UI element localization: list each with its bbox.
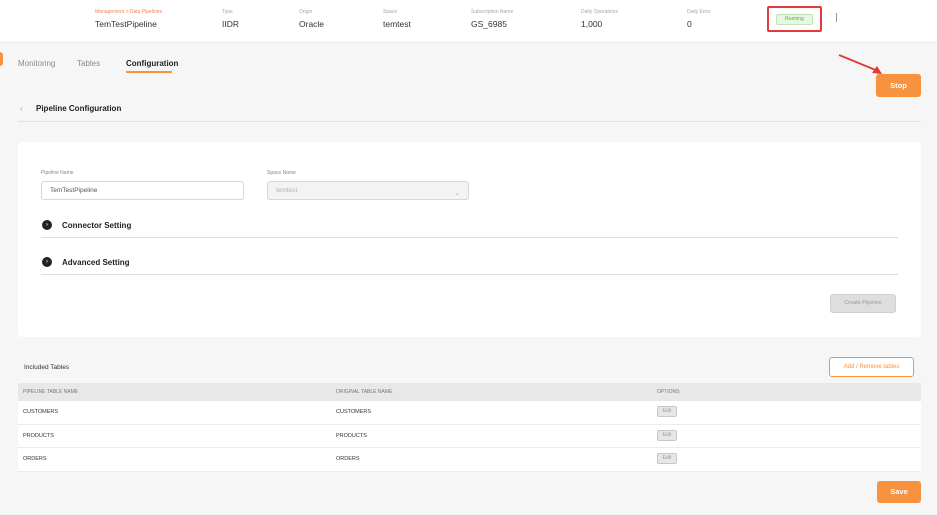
- space-value: temtest: [383, 19, 411, 29]
- included-tables-table: PIPELINE TABLE NAME ORIGINAL TABLE NAME …: [18, 383, 921, 472]
- origin-value: Oracle: [299, 19, 325, 29]
- origin-label: Origin: [299, 9, 313, 15]
- save-button[interactable]: Save: [877, 481, 921, 503]
- daily-error-label: Daily Error: [687, 9, 711, 15]
- create-pipeline-button[interactable]: Create Pipeline: [830, 294, 896, 313]
- pipeline-table-name: CUSTOMERS: [23, 409, 59, 415]
- configuration-card: Pipeline Name TemTestPipeline Space Name…: [18, 142, 921, 337]
- subscription-label: Subscription Name: [471, 9, 514, 15]
- space-name-label: Space Name: [267, 170, 296, 176]
- section-title: Pipeline Configuration: [36, 104, 122, 113]
- daily-ops-value: 1,000: [581, 19, 603, 29]
- original-table-name: PRODUCTS: [336, 432, 367, 439]
- chevron-down-icon: ⌄: [454, 190, 460, 197]
- back-chevron-icon[interactable]: ‹: [20, 104, 23, 113]
- column-header: ORIGINAL TABLE NAME: [336, 389, 393, 395]
- table-row: CUSTOMERS CUSTOMERS Edit: [18, 401, 921, 425]
- status-highlight: Running: [767, 6, 822, 32]
- expand-icon: ›: [42, 257, 52, 267]
- tab-tables[interactable]: Tables: [77, 59, 100, 68]
- space-name-value: temtest: [276, 187, 298, 194]
- pipeline-meta: Management > Data Pipelines TemTestPipel…: [95, 9, 162, 29]
- pipeline-name-label: Pipeline Name: [41, 170, 74, 176]
- type-value: IIDR: [222, 19, 239, 29]
- stop-button[interactable]: Stop: [876, 74, 921, 97]
- daily-error-meta: Daily Error 0: [687, 9, 711, 29]
- type-label: Type: [222, 9, 233, 15]
- daily-ops-label: Daily Operations: [581, 9, 618, 15]
- table-row: ORDERS ORDERS Edit: [18, 448, 921, 472]
- column-header: PIPELINE TABLE NAME: [23, 389, 79, 395]
- side-panel-handle[interactable]: [0, 52, 3, 66]
- space-name-select[interactable]: temtest ⌄: [267, 181, 469, 200]
- space-meta: Space temtest: [383, 9, 411, 29]
- tab-monitoring[interactable]: Monitoring: [18, 59, 55, 68]
- more-menu-icon[interactable]: [836, 13, 837, 22]
- pipeline-header: Management > Data Pipelines TemTestPipel…: [0, 0, 937, 43]
- breadcrumb[interactable]: Management > Data Pipelines: [95, 9, 162, 15]
- status-badge: Running: [776, 14, 813, 25]
- edit-button[interactable]: Edit: [657, 429, 677, 441]
- expand-icon: ›: [42, 220, 52, 230]
- tab-configuration[interactable]: Configuration: [126, 59, 178, 68]
- space-label: Space: [383, 9, 398, 15]
- pipeline-name: TemTestPipeline: [95, 19, 157, 29]
- connector-setting-toggle[interactable]: › Connector Setting: [41, 220, 898, 238]
- connector-setting-label: Connector Setting: [62, 221, 132, 230]
- original-table-name: ORDERS: [336, 456, 360, 462]
- original-table-name: CUSTOMERS: [336, 409, 372, 415]
- pipeline-name-input[interactable]: TemTestPipeline: [41, 181, 244, 200]
- advanced-setting-toggle[interactable]: › Advanced Setting: [41, 257, 898, 275]
- daily-ops-meta: Daily Operations 1,000: [581, 9, 618, 29]
- edit-button[interactable]: Edit: [657, 453, 677, 464]
- table-row: PRODUCTS PRODUCTS Edit: [18, 424, 921, 448]
- add-remove-tables-button[interactable]: Add / Remove tables: [829, 357, 914, 377]
- advanced-setting-label: Advanced Setting: [62, 258, 130, 267]
- table-header: PIPELINE TABLE NAME ORIGINAL TABLE NAME …: [18, 383, 921, 401]
- column-header: OPTIONS: [657, 389, 680, 395]
- annotation-arrow-icon: [838, 54, 882, 74]
- section-header: ‹ Pipeline Configuration: [18, 104, 921, 122]
- pipeline-table-name: ORDERS: [23, 456, 47, 462]
- type-meta: Type IIDR: [222, 9, 239, 29]
- origin-meta: Origin Oracle: [299, 9, 324, 29]
- active-tab-indicator: [126, 71, 172, 73]
- daily-error-value: 0: [687, 19, 692, 29]
- subscription-value: GS_6985: [471, 19, 507, 29]
- included-tables-title: Included Tables: [24, 364, 70, 371]
- edit-button[interactable]: Edit: [657, 406, 677, 417]
- pipeline-table-name: PRODUCTS: [23, 432, 54, 439]
- subscription-meta: Subscription Name GS_6985: [471, 9, 513, 29]
